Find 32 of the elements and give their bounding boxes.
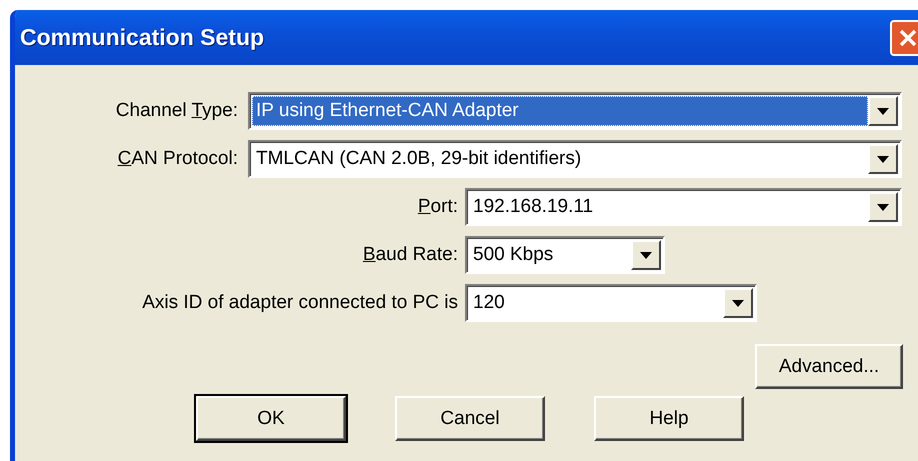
dialog-button[interactable]: Help	[594, 396, 744, 441]
field-label: Port:	[418, 196, 458, 218]
dropdown-arrow-button[interactable]	[868, 144, 898, 174]
field-label: Axis ID of adapter connected to PC is	[142, 292, 458, 314]
dropdown[interactable]: IP using Ethernet-CAN Adapter	[248, 92, 902, 130]
dropdown[interactable]: TMLCAN (CAN 2.0B, 29-bit identifiers)	[248, 140, 902, 178]
dropdown-arrow-button[interactable]	[631, 240, 661, 270]
advanced-button[interactable]: Advanced...	[755, 344, 903, 389]
dropdown-value: 500 Kbps	[472, 243, 554, 267]
dropdown-value: IP using Ethernet-CAN Adapter	[252, 96, 868, 126]
caret-icon	[877, 108, 889, 114]
caret-icon	[877, 204, 889, 210]
caret-icon	[877, 156, 889, 162]
dropdown-value: 120	[472, 291, 506, 315]
dropdown[interactable]: 500 Kbps	[465, 236, 665, 274]
dropdown-value: 192.168.19.11	[472, 195, 594, 219]
caret-icon	[732, 300, 744, 306]
dialog-button[interactable]: OK	[196, 396, 346, 441]
caret-icon	[640, 252, 652, 258]
dropdown[interactable]: 120	[465, 284, 757, 322]
window-title: Communication Setup	[20, 24, 264, 51]
dropdown[interactable]: 192.168.19.11	[465, 188, 902, 226]
dropdown-value: TMLCAN (CAN 2.0B, 29-bit identifiers)	[255, 147, 582, 171]
close-icon	[898, 28, 918, 48]
field-label: Channel Type:	[116, 100, 238, 122]
close-button[interactable]	[890, 20, 918, 56]
dialog-button[interactable]: Cancel	[395, 396, 545, 441]
dropdown-arrow-button[interactable]	[723, 288, 753, 318]
field-label: Baud Rate:	[362, 244, 458, 266]
field-label: CAN Protocol:	[118, 148, 238, 170]
dropdown-arrow-button[interactable]	[868, 192, 898, 222]
dropdown-arrow-button[interactable]	[868, 96, 898, 126]
